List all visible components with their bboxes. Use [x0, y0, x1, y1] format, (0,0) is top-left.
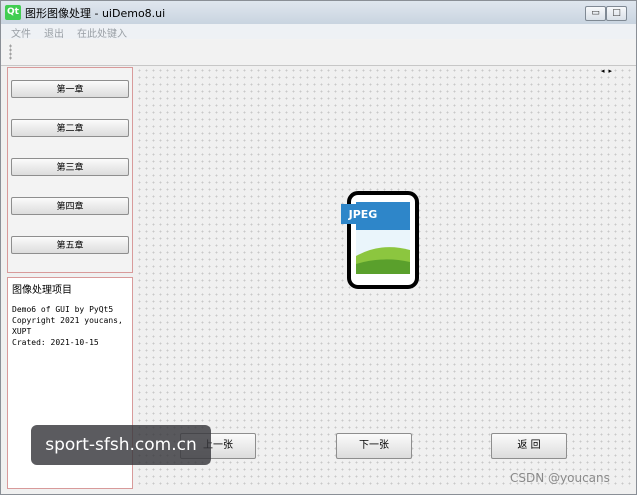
- menu-exit[interactable]: 退出: [44, 25, 64, 40]
- toolbar: [1, 39, 636, 66]
- watermark-overlay: sport-sfsh.com.cn: [31, 425, 211, 465]
- chapter-5-button[interactable]: 第五章: [11, 236, 129, 254]
- chapter-4-button[interactable]: 第四章: [11, 197, 129, 215]
- menu-file[interactable]: 文件: [11, 25, 31, 40]
- main-window: Qt 图形图像处理 - uiDemo8.ui ▭ □ 文件 退出 在此处键入 第…: [0, 0, 637, 495]
- next-image-button[interactable]: 下一张: [336, 433, 412, 459]
- title-bar[interactable]: Qt 图形图像处理 - uiDemo8.ui ▭ □: [1, 1, 636, 25]
- menu-type-here[interactable]: 在此处键入: [77, 25, 127, 40]
- jpeg-file-icon: JPEG: [341, 191, 419, 289]
- maximize-button[interactable]: □: [606, 6, 627, 21]
- qt-app-icon: Qt: [5, 5, 21, 20]
- info-title: 图像处理项目: [12, 285, 72, 296]
- back-button[interactable]: 返 回: [491, 433, 567, 459]
- credit-text: CSDN @youcans: [510, 471, 610, 485]
- menu-bar: 文件 退出 在此处键入: [1, 24, 636, 40]
- image-canvas[interactable]: ◂▸ JPEG 上一张 下一张 返 回: [136, 67, 631, 487]
- chapter-3-button[interactable]: 第三章: [11, 158, 129, 176]
- chapter-1-button[interactable]: 第一章: [11, 80, 129, 98]
- chapter-panel: 第一章 第二章 第三章 第四章 第五章: [7, 67, 133, 273]
- window-title: 图形图像处理 - uiDemo8.ui: [25, 7, 166, 20]
- chapter-2-button[interactable]: 第二章: [11, 119, 129, 137]
- jpeg-badge-label: JPEG: [348, 208, 378, 221]
- minimize-button[interactable]: ▭: [585, 6, 606, 21]
- toolbar-grip-handle[interactable]: [9, 44, 12, 60]
- scroll-arrows-icon[interactable]: ◂▸: [601, 67, 616, 75]
- info-text: Demo6 of GUI by PyQt5 Copyright 2021 you…: [12, 305, 123, 347]
